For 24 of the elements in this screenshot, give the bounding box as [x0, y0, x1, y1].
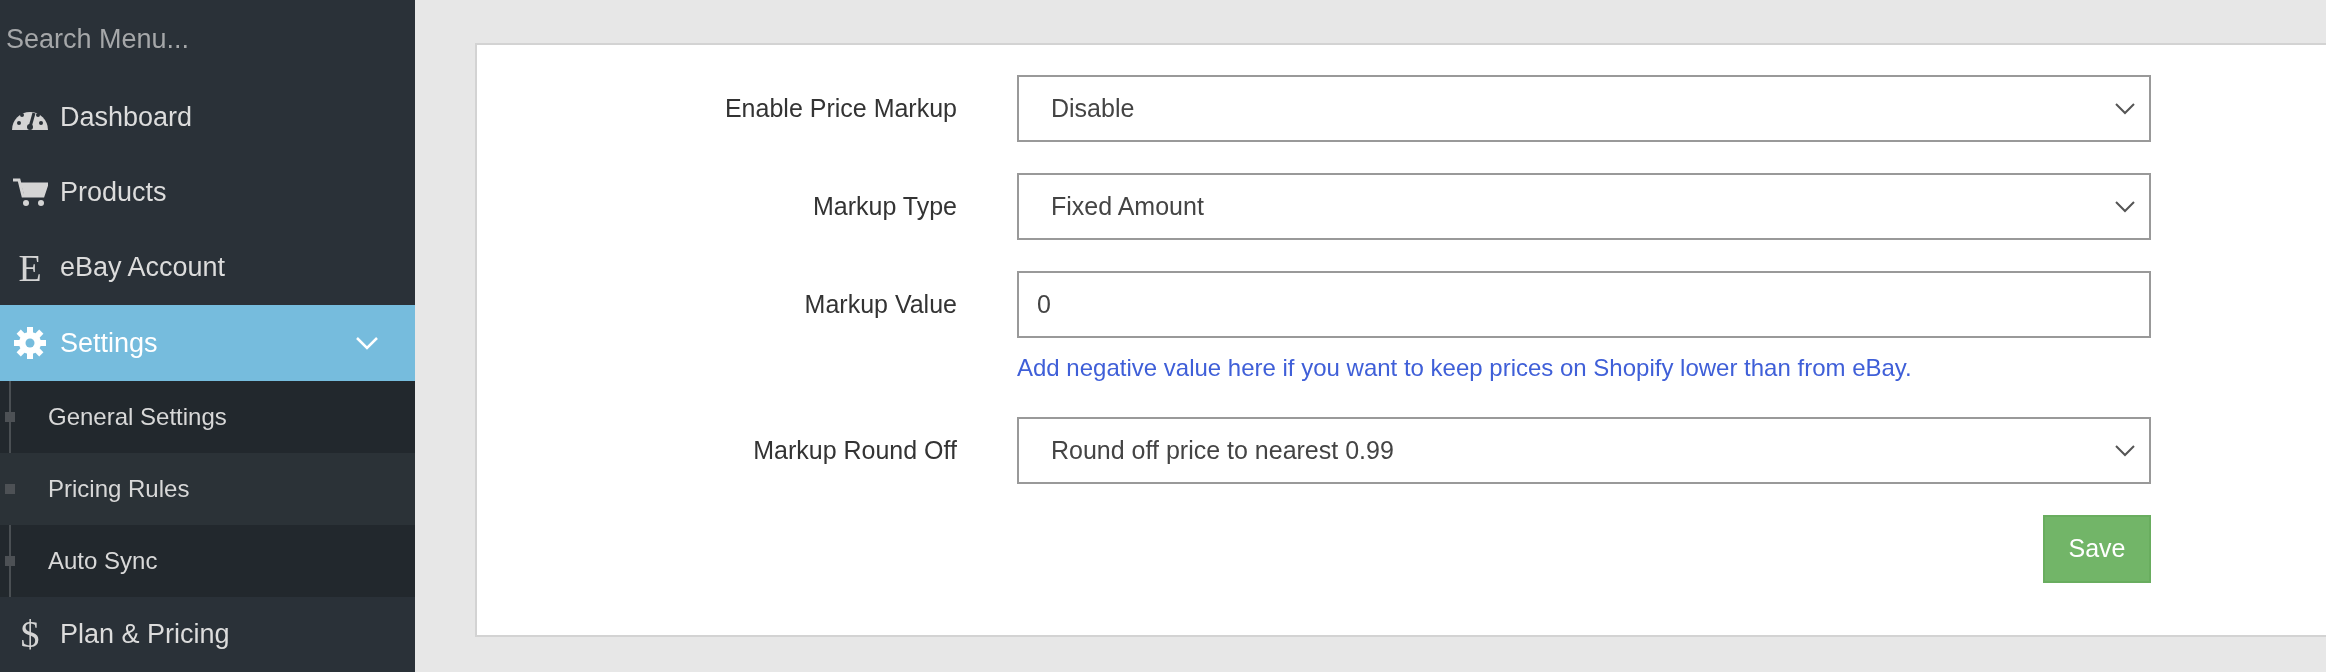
field-label: Enable Price Markup: [723, 93, 958, 124]
submenu-item[interactable]: General Settings: [0, 380, 415, 453]
submenu-item[interactable]: Pricing Rules: [0, 452, 415, 525]
cart-icon: [12, 177, 48, 208]
menu-icon: $: [20, 615, 40, 654]
gear-icon: [13, 325, 47, 360]
field-label: Markup Round Off: [752, 435, 958, 466]
submenu-item[interactable]: Auto Sync: [0, 524, 415, 597]
sidebar-item[interactable]: Products: [0, 154, 415, 230]
menu-icon: E: [18, 248, 42, 287]
input-field[interactable]: 0: [1017, 271, 2151, 338]
sidebar-item[interactable]: $ Plan & Pricing: [0, 596, 415, 672]
help-text: Add negative value here if you want to keep prices on Shopify lower than from eBay.: [1017, 353, 1912, 383]
chevron-down-icon: [2115, 444, 2135, 457]
field-label: Markup Value: [803, 289, 958, 320]
sidebar-item[interactable]: E eBay Account: [0, 229, 415, 306]
select-field[interactable]: Fixed Amount: [1017, 173, 2151, 240]
field-label: Markup Type: [811, 191, 958, 222]
chevron-down-icon: [2115, 102, 2135, 115]
search-field[interactable]: Search Menu...: [4, 14, 415, 65]
chevron-down-icon: [2115, 200, 2135, 213]
select-field[interactable]: Disable: [1017, 75, 2151, 142]
sidebar-item[interactable]: Dashboard: [0, 79, 415, 155]
select-field[interactable]: Round off price to nearest 0.99: [1017, 417, 2151, 484]
